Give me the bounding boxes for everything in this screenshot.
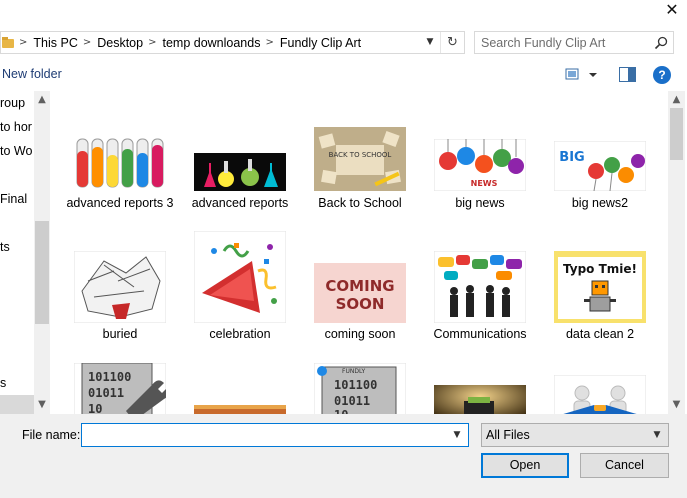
file-item[interactable]: Communications <box>420 231 540 363</box>
close-icon[interactable]: ✕ <box>660 0 684 20</box>
chevron-down-icon[interactable]: ▼ <box>422 32 438 53</box>
scrabble-tiles-image: BACK TO SCHOOL <box>314 127 406 191</box>
scroll-down-icon[interactable]: ▼ <box>34 397 50 413</box>
file-item[interactable]: celebration <box>180 231 300 363</box>
breadcrumb-desktop[interactable]: Desktop <box>97 36 143 50</box>
image-text: NEWS <box>471 179 498 188</box>
file-label: advanced reports 3 <box>66 196 174 210</box>
file-label: Communications <box>433 327 527 341</box>
typo-robot-image: Typo Tmie! <box>554 251 646 323</box>
content-scrollbar[interactable]: ▲ ▼ <box>668 91 685 414</box>
image-text: 01011 <box>88 386 124 400</box>
dark-money-image <box>434 385 526 414</box>
file-type-value: All Files <box>486 428 530 442</box>
scroll-up-icon[interactable]: ▲ <box>668 92 685 108</box>
nav-item[interactable]: ts <box>0 240 10 254</box>
file-item[interactable]: COMING SOON coming soon <box>300 231 420 363</box>
breadcrumb-separator[interactable]: > <box>265 37 273 48</box>
open-button[interactable]: Open <box>481 453 569 478</box>
image-text: FUNDLY <box>342 368 365 375</box>
file-item[interactable]: Typo Tmie! data clean 2 <box>540 231 660 363</box>
search-box[interactable] <box>474 31 674 54</box>
image-text: COMING <box>325 277 394 295</box>
search-icon[interactable] <box>653 35 669 51</box>
breadcrumb-this-pc[interactable]: This PC <box>33 36 77 50</box>
folder-icon <box>2 37 14 48</box>
chevron-down-icon[interactable]: ▼ <box>650 425 664 445</box>
speech-bubbles-image <box>434 251 526 323</box>
partial-image <box>194 405 286 414</box>
coming-soon-image: COMING SOON <box>314 263 406 323</box>
breadcrumb-fundly-clip-art[interactable]: Fundly Clip Art <box>280 36 361 50</box>
news-balloons-image: NEWS <box>434 139 526 191</box>
file-name-combobox[interactable]: ▼ <box>81 423 469 447</box>
big-news-balloons-image: BIG <box>554 141 646 191</box>
image-text: SOON <box>336 295 385 313</box>
file-label: Back to School <box>318 196 402 210</box>
file-item[interactable]: BIG big news2 <box>540 91 660 231</box>
breadcrumb-separator[interactable]: > <box>19 37 27 48</box>
new-folder-button[interactable]: New folder <box>2 67 62 81</box>
image-text: BACK TO SCHOOL <box>329 151 392 159</box>
file-item[interactable]: FUNDLY 101100 01011 10 <box>300 363 420 414</box>
image-text: Typo Tmie! <box>563 262 637 276</box>
nav-item[interactable]: s <box>0 376 6 390</box>
scroll-up-icon[interactable]: ▲ <box>34 92 50 108</box>
view-options-icon[interactable] <box>564 66 600 84</box>
nav-scrollbar[interactable]: ▲ ▼ <box>34 91 50 414</box>
nav-item[interactable]: to Wo <box>0 144 32 158</box>
file-item[interactable]: 101100 01011 10 <box>60 363 180 414</box>
file-name-label: File name: <box>22 428 81 442</box>
file-name-input[interactable] <box>82 424 447 446</box>
image-text: 101100 <box>334 378 377 392</box>
scroll-down-icon[interactable]: ▼ <box>668 397 685 413</box>
file-label: big news2 <box>571 196 629 210</box>
file-label: advanced reports <box>191 196 289 210</box>
scrollbar-thumb[interactable] <box>670 108 683 160</box>
handshake-image <box>554 375 646 414</box>
breadcrumb-temp-downloands[interactable]: temp downloands <box>162 36 260 50</box>
fundly-binary-image: FUNDLY 101100 01011 10 <box>314 363 406 414</box>
nav-item-selected[interactable] <box>0 395 34 414</box>
file-label: big news <box>455 196 505 210</box>
image-text: BIG <box>559 150 584 165</box>
file-item[interactable] <box>540 363 660 414</box>
paper-pile-image <box>74 251 166 323</box>
file-type-select[interactable]: All Files ▼ <box>481 423 669 447</box>
file-item[interactable]: advanced reports 3 <box>60 91 180 231</box>
preview-pane-icon[interactable] <box>619 67 636 82</box>
file-item[interactable]: advanced reports <box>180 91 300 231</box>
nav-item[interactable]: Final <box>0 192 27 206</box>
file-item[interactable]: buried <box>60 231 180 363</box>
search-input[interactable] <box>475 32 651 53</box>
breadcrumb-separator[interactable]: > <box>148 37 156 48</box>
image-text: 01011 <box>334 394 370 408</box>
image-text: 101100 <box>88 370 131 384</box>
party-horn-image <box>194 231 286 323</box>
nav-item[interactable]: to hor <box>0 120 32 134</box>
file-item[interactable]: NEWS big news <box>420 91 540 231</box>
file-item[interactable] <box>420 363 540 414</box>
file-list[interactable]: advanced reports 3 advanced reports BACK… <box>52 91 668 414</box>
cancel-button[interactable]: Cancel <box>580 453 669 478</box>
chevron-down-icon[interactable]: ▼ <box>449 424 465 446</box>
address-bar[interactable]: > This PC > Desktop > temp downloands > … <box>0 31 465 54</box>
flasks-image <box>194 153 286 191</box>
test-tubes-image <box>74 133 166 191</box>
nav-item[interactable]: roup <box>0 96 25 110</box>
scrollbar-thumb[interactable] <box>35 221 49 324</box>
file-label: buried <box>102 327 138 341</box>
refresh-icon[interactable]: ↻ <box>440 32 464 53</box>
file-label: data clean 2 <box>565 327 635 341</box>
file-label: celebration <box>209 327 271 341</box>
breadcrumb-separator[interactable]: > <box>83 37 91 48</box>
file-item[interactable]: BACK TO SCHOOL Back to School <box>300 91 420 231</box>
file-label: coming soon <box>324 327 396 341</box>
help-icon[interactable]: ? <box>653 66 671 84</box>
image-text: 10 <box>88 402 102 414</box>
file-item[interactable] <box>180 363 300 414</box>
binary-wrench-image: 101100 01011 10 <box>74 363 166 414</box>
